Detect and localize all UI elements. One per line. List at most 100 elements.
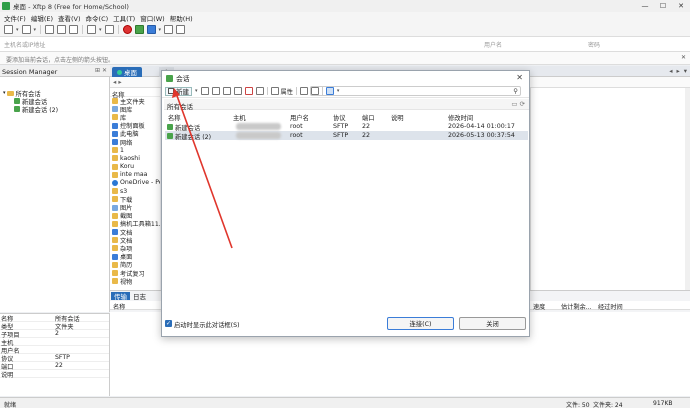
- column-header-speed[interactable]: 速度: [533, 302, 545, 311]
- column-header-modified[interactable]: 修改时间: [448, 113, 473, 122]
- file-item[interactable]: OneDrive - Pe: [110, 179, 160, 187]
- tab-prev-icon[interactable]: ◂: [669, 67, 672, 75]
- file-item[interactable]: inte maa: [110, 171, 160, 179]
- tab-list-icon[interactable]: ▾: [684, 67, 687, 75]
- tree-item-all-sessions[interactable]: ▾ 所有会话: [0, 89, 109, 98]
- refresh-icon[interactable]: [104, 25, 114, 34]
- property-row: 名称 所有会话: [0, 314, 109, 323]
- column-header-elapsed[interactable]: 经过时间: [598, 302, 623, 311]
- help-icon[interactable]: [176, 25, 186, 34]
- transfer-icon[interactable]: [134, 25, 144, 34]
- file-item[interactable]: 文档: [110, 228, 160, 237]
- open-dropdown-icon[interactable]: ▾: [34, 27, 37, 33]
- new-folder-icon[interactable]: [200, 87, 209, 95]
- dialog-footer: ✓ 启动时显示此对话框(S) 连接(C) 关闭: [162, 314, 529, 336]
- session-row-selected[interactable]: 新建会话 (2) root SFTP 22 2026-05-13 00:37:5…: [165, 131, 528, 141]
- pin-icon[interactable]: ⊞ ✕: [95, 67, 107, 74]
- paste-icon[interactable]: [233, 87, 242, 95]
- copy-icon[interactable]: [45, 25, 55, 34]
- menu-edit[interactable]: 编辑(E): [31, 13, 53, 23]
- file-item[interactable]: 图库: [110, 105, 160, 114]
- paste-icon[interactable]: [69, 25, 79, 34]
- view-icon[interactable]: [87, 25, 97, 34]
- open-icon[interactable]: [299, 87, 308, 95]
- address-bar: 主机名或IP地址 用户名 密码: [0, 37, 690, 52]
- file-item[interactable]: 考试复习: [110, 269, 160, 278]
- close-window-button[interactable]: ✕: [672, 0, 690, 12]
- column-header-desc[interactable]: 说明: [391, 113, 404, 122]
- folder-up-icon[interactable]: ▭ ⟳: [511, 100, 525, 108]
- file-item[interactable]: kaoshi: [110, 154, 160, 162]
- file-item[interactable]: 图片: [110, 203, 160, 212]
- column-header-user[interactable]: 用户名: [290, 113, 309, 122]
- column-header-protocol[interactable]: 协议: [333, 113, 346, 122]
- new-dropdown-icon[interactable]: ▾: [16, 27, 19, 33]
- password-input[interactable]: 密码: [588, 40, 600, 49]
- folder-icon[interactable]: [21, 25, 31, 34]
- file-item[interactable]: 搞机工具箱11.0: [110, 220, 160, 228]
- host-input[interactable]: 主机名或IP地址: [4, 40, 45, 49]
- scrollbar[interactable]: [685, 88, 690, 290]
- fullscreen-dropdown-icon[interactable]: ▾: [159, 27, 162, 33]
- menu-window[interactable]: 窗口(W): [140, 13, 165, 23]
- username-input[interactable]: 用户名: [484, 40, 502, 49]
- xshell-icon[interactable]: [122, 25, 132, 34]
- folder-icon: [112, 171, 118, 178]
- file-item[interactable]: 杂项: [110, 244, 160, 253]
- nav-back-icon[interactable]: ◂ ▸: [113, 78, 122, 86]
- column-header-name[interactable]: 名称: [168, 113, 181, 122]
- file-item[interactable]: 1: [110, 146, 160, 154]
- tab-log[interactable]: 日志: [130, 292, 149, 301]
- tab-desktop[interactable]: 桌面: [112, 67, 142, 77]
- tree-item-session[interactable]: 新建会话 (2): [0, 105, 109, 114]
- new-session-icon[interactable]: [4, 25, 13, 34]
- file-item[interactable]: 视物: [110, 277, 160, 286]
- toolbar-divider: [82, 25, 84, 34]
- hint-close-button[interactable]: ✕: [681, 54, 686, 61]
- copy-icon[interactable]: [222, 87, 231, 95]
- system-icon: [112, 122, 118, 129]
- session-search-input[interactable]: ⚲: [310, 86, 521, 96]
- file-item[interactable]: 桌面: [110, 253, 160, 261]
- file-item[interactable]: 文档: [110, 236, 160, 245]
- file-item[interactable]: 此电脑: [110, 130, 160, 138]
- dialog-close-icon[interactable]: ✕: [516, 73, 523, 82]
- file-name: inte maa: [120, 171, 148, 179]
- cut-icon[interactable]: [211, 87, 220, 95]
- session-user: root: [290, 123, 303, 130]
- maximize-button[interactable]: ☐: [654, 0, 672, 12]
- connect-button[interactable]: 连接(C): [387, 317, 454, 330]
- rename-icon[interactable]: [255, 87, 264, 95]
- menu-tools[interactable]: 工具(T): [113, 13, 135, 23]
- close-button[interactable]: 关闭: [459, 317, 526, 330]
- tab-next-icon[interactable]: ▸: [676, 67, 679, 75]
- startup-checkbox[interactable]: ✓: [165, 320, 172, 327]
- view-dropdown-icon[interactable]: ▾: [99, 27, 102, 33]
- new-session-button[interactable]: 新建: [165, 86, 192, 96]
- minimize-button[interactable]: —: [636, 0, 654, 12]
- file-item[interactable]: s3: [110, 187, 160, 195]
- menu-file[interactable]: 文件(F): [4, 13, 26, 23]
- column-header-port[interactable]: 端口: [362, 113, 375, 122]
- menu-command[interactable]: 命令(C): [86, 13, 109, 23]
- fullscreen-icon[interactable]: [146, 25, 156, 34]
- settings-icon[interactable]: [164, 25, 174, 34]
- column-header-name[interactable]: 名称: [113, 302, 125, 311]
- folder-icon: [6, 90, 14, 96]
- tab-transfer[interactable]: 传输: [111, 292, 130, 301]
- file-item[interactable]: 主文件夹: [110, 97, 160, 106]
- file-item[interactable]: Koru: [110, 163, 160, 171]
- menu-help[interactable]: 帮助(H): [170, 13, 193, 23]
- file-item[interactable]: 下载: [110, 195, 160, 204]
- collapse-icon[interactable]: ▾: [3, 90, 6, 96]
- file-item[interactable]: 网络: [110, 138, 160, 147]
- menu-view[interactable]: 查看(V): [58, 13, 81, 23]
- delete-icon[interactable]: [244, 87, 253, 95]
- new-dropdown-icon[interactable]: ▾: [195, 88, 198, 94]
- cut-icon[interactable]: [57, 25, 67, 34]
- column-header-host[interactable]: 主机: [233, 113, 246, 122]
- session-row[interactable]: 新建会话 root SFTP 22 2026-04-14 01:00:17: [165, 122, 528, 132]
- properties-icon[interactable]: [270, 87, 279, 95]
- column-header-eta[interactable]: 估计剩余...: [561, 302, 592, 311]
- properties-button[interactable]: 属性: [281, 87, 293, 96]
